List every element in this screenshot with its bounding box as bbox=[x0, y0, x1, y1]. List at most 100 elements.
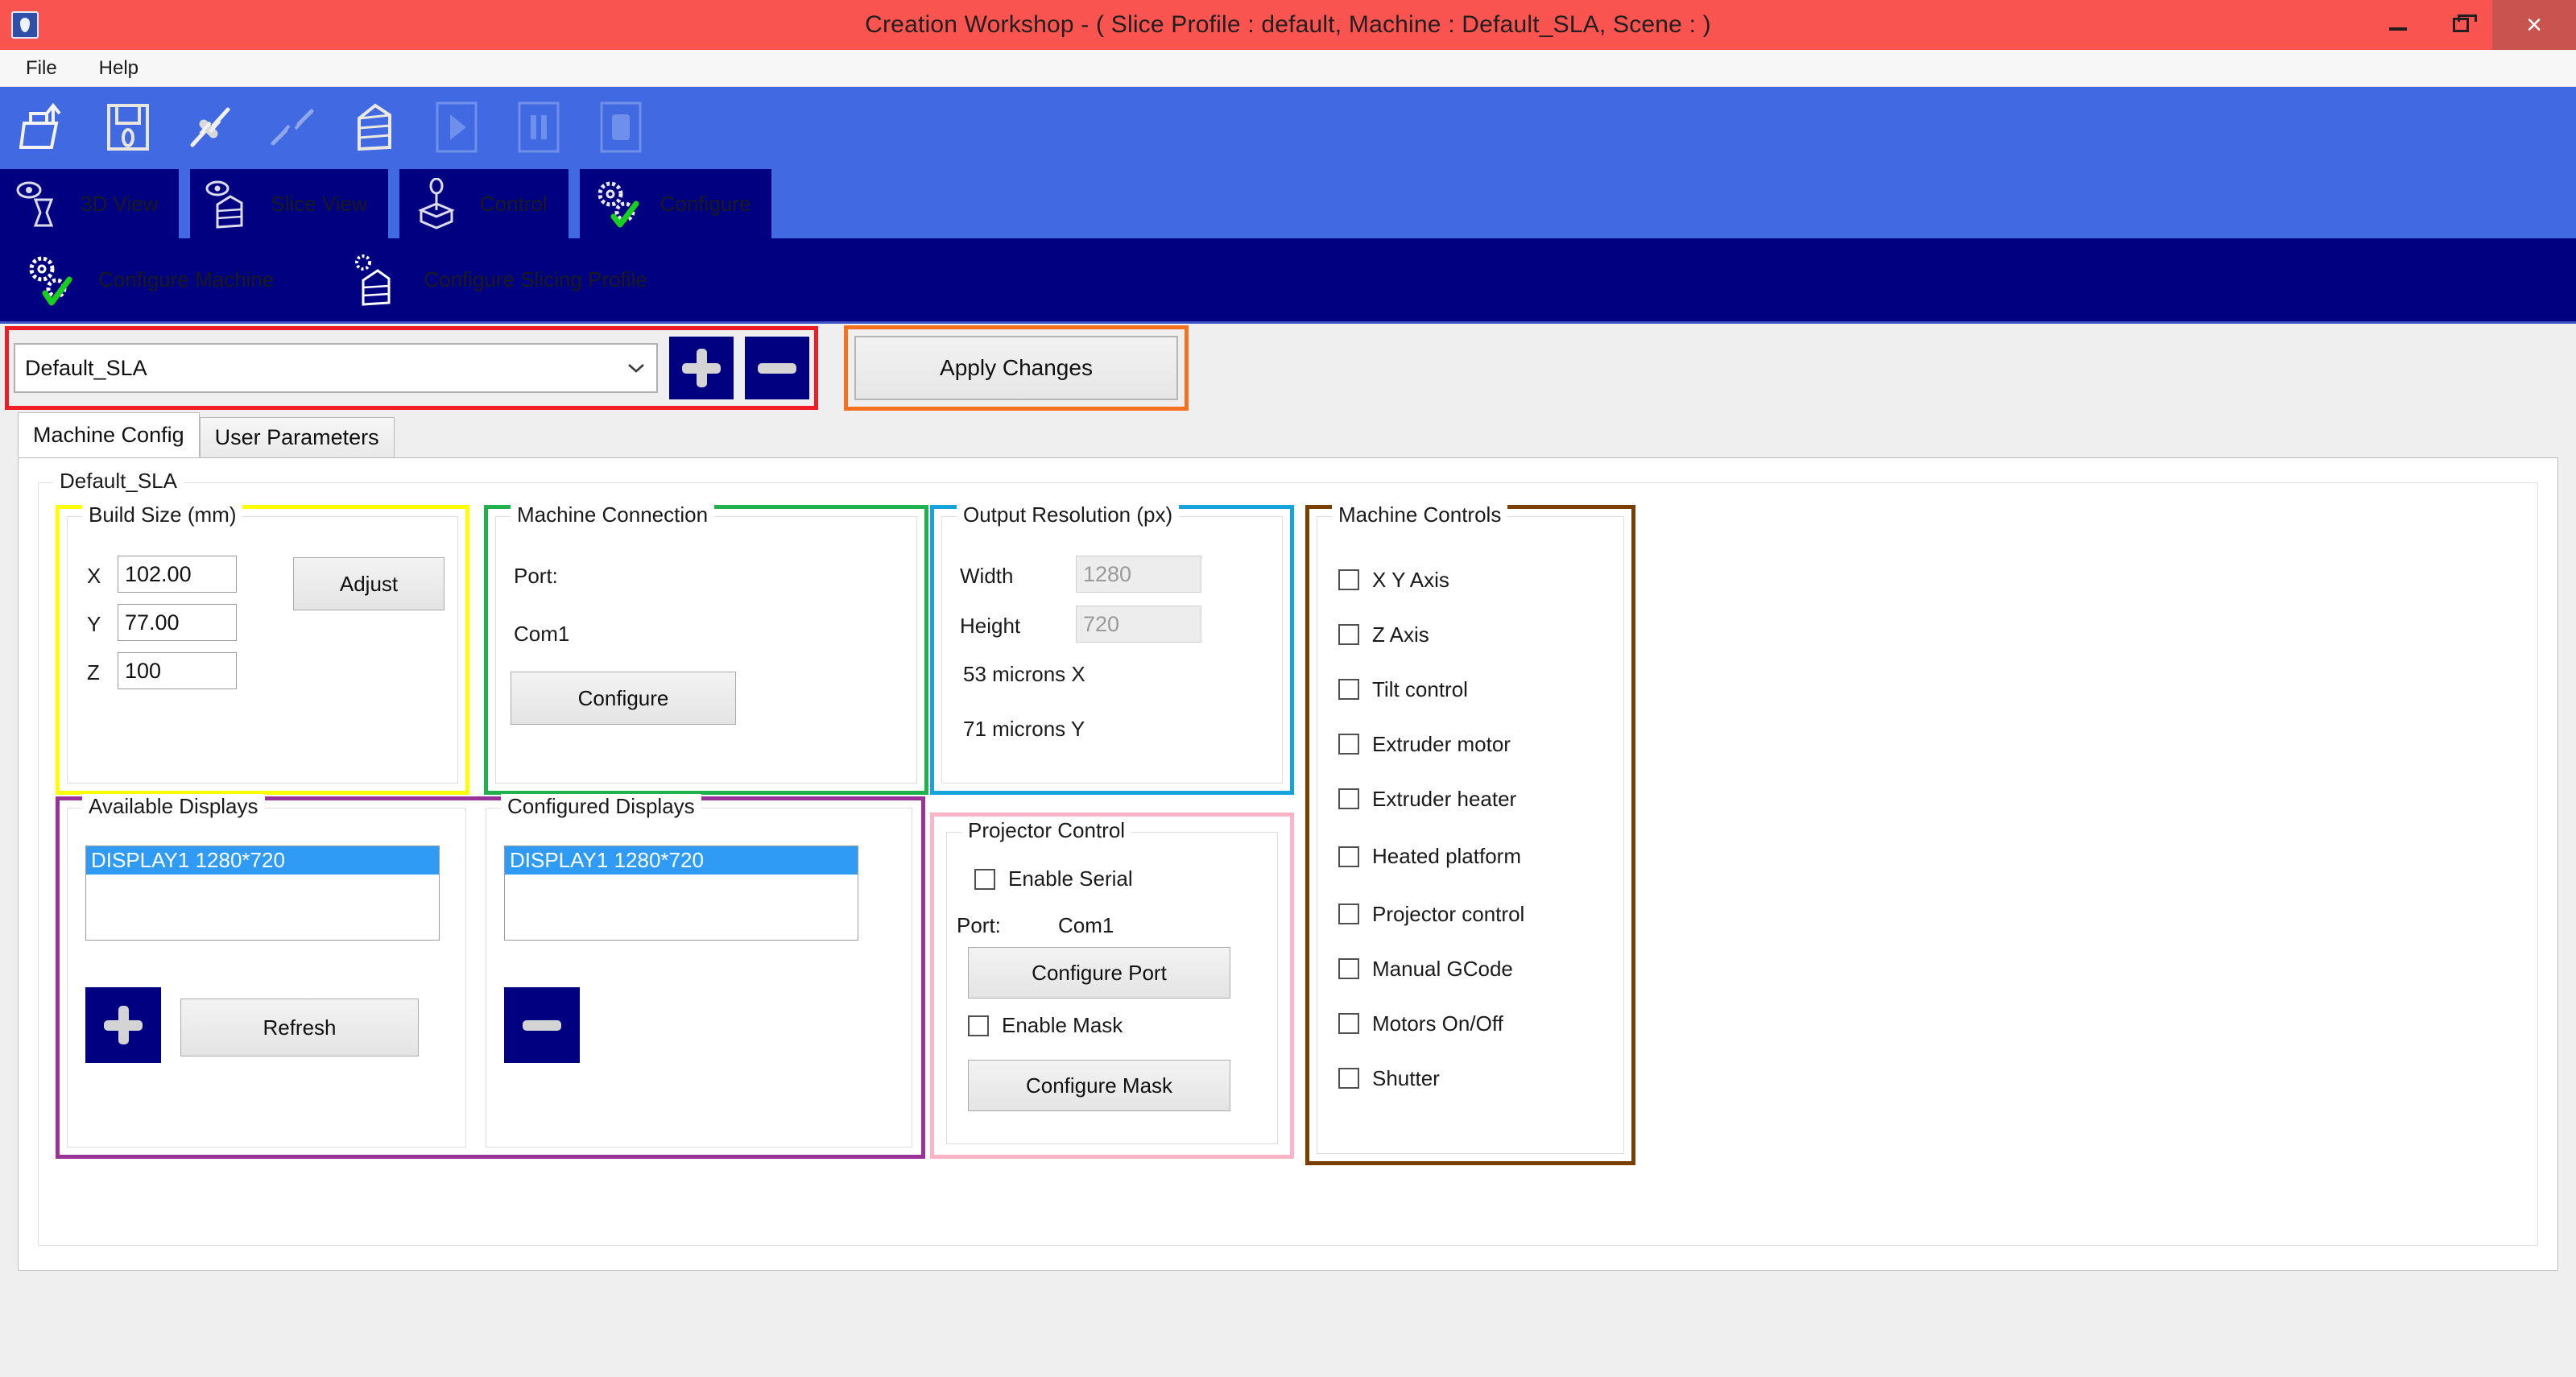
save-file-button[interactable] bbox=[97, 97, 159, 157]
checkbox-icon[interactable] bbox=[1338, 569, 1359, 590]
checkbox-row[interactable]: Motors On/Off bbox=[1338, 996, 1615, 1051]
build-size-groupbox: Build Size (mm) X 102.00 Y 77.00 Z 100 A… bbox=[67, 502, 458, 784]
machine-connection-configure-button[interactable]: Configure bbox=[511, 672, 736, 725]
checkbox-icon[interactable] bbox=[968, 1015, 989, 1036]
enable-mask-row[interactable]: Enable Mask bbox=[968, 1013, 1123, 1038]
checkbox-icon[interactable] bbox=[974, 868, 995, 890]
build-size-title: Build Size (mm) bbox=[82, 502, 243, 527]
checkbox-icon[interactable] bbox=[1338, 734, 1359, 755]
checkbox-row[interactable]: X Y Axis bbox=[1338, 552, 1615, 607]
build-size-adjust-button[interactable]: Adjust bbox=[293, 557, 444, 610]
profile-groupbox-title: Default_SLA bbox=[53, 469, 184, 494]
build-size-y-label: Y bbox=[87, 612, 101, 636]
tab-control-label: Control bbox=[479, 191, 548, 216]
list-item[interactable]: DISPLAY1 1280*720 bbox=[505, 846, 858, 875]
connect-icon bbox=[190, 107, 230, 147]
tab-3d-view[interactable]: 3D View bbox=[0, 169, 180, 238]
checkbox-row[interactable]: Tilt control bbox=[1338, 662, 1615, 717]
refresh-displays-button[interactable]: Refresh bbox=[180, 999, 419, 1057]
build-size-z-input[interactable]: 100 bbox=[118, 652, 237, 689]
checkbox-row[interactable]: Z Axis bbox=[1338, 607, 1615, 662]
enable-serial-label: Enable Serial bbox=[1008, 866, 1133, 891]
apply-changes-button[interactable]: Apply Changes bbox=[854, 336, 1178, 400]
checkbox-row[interactable]: Extruder motor bbox=[1338, 717, 1615, 771]
checkbox-label: Z Axis bbox=[1372, 622, 1429, 647]
tab-control[interactable]: Control bbox=[399, 169, 569, 238]
checkbox-row[interactable]: Projector control bbox=[1338, 887, 1615, 941]
remove-profile-button[interactable] bbox=[745, 337, 809, 399]
subtab-configure-machine[interactable]: Configure Machine bbox=[21, 253, 274, 308]
slice-button[interactable] bbox=[343, 97, 406, 157]
tab-configure[interactable]: Configure bbox=[579, 169, 772, 238]
minus-icon bbox=[523, 1019, 561, 1031]
configured-displays-groupbox: Configured Displays DISPLAY1 1280*720 bbox=[486, 794, 912, 1148]
add-profile-button[interactable] bbox=[669, 337, 734, 399]
play-button[interactable] bbox=[425, 97, 488, 157]
configure-mask-button[interactable]: Configure Mask bbox=[968, 1060, 1230, 1111]
stop-button[interactable] bbox=[589, 97, 652, 157]
checkbox-icon[interactable] bbox=[1338, 679, 1359, 700]
available-displays-title: Available Displays bbox=[82, 794, 265, 819]
tab-machine-config[interactable]: Machine Config bbox=[18, 412, 200, 457]
checkbox-icon[interactable] bbox=[1338, 1068, 1359, 1089]
configured-displays-list[interactable]: DISPLAY1 1280*720 bbox=[504, 846, 858, 941]
profile-row: Default_SLA Apply Changes bbox=[0, 324, 2576, 412]
eye-model-icon bbox=[11, 179, 63, 229]
build-size-x-input[interactable]: 102.00 bbox=[118, 556, 237, 593]
output-height-input[interactable]: 720 bbox=[1076, 606, 1201, 643]
subtab-configure-slicing-profile-label: Configure Slicing Profile bbox=[424, 267, 647, 292]
disconnect-icon bbox=[271, 109, 314, 146]
checkbox-icon[interactable] bbox=[1338, 958, 1359, 979]
checkbox-row[interactable]: Heated platform bbox=[1338, 826, 1615, 887]
checkbox-icon[interactable] bbox=[1338, 846, 1359, 867]
menu-item-help[interactable]: Help bbox=[94, 54, 143, 83]
checkbox-label: Tilt control bbox=[1372, 676, 1468, 701]
checkbox-icon[interactable] bbox=[1338, 904, 1359, 924]
checkbox-icon[interactable] bbox=[1338, 1013, 1359, 1034]
checkbox-label: Shutter bbox=[1372, 1065, 1440, 1090]
machine-connection-port-value: Com1 bbox=[514, 622, 570, 646]
configure-port-button[interactable]: Configure Port bbox=[968, 947, 1230, 999]
checkbox-label: X Y Axis bbox=[1372, 567, 1449, 592]
tab-slice-view[interactable]: Slice View bbox=[190, 169, 388, 238]
checkbox-label: Extruder heater bbox=[1372, 786, 1517, 811]
build-size-y-input[interactable]: 77.00 bbox=[118, 604, 237, 641]
app-icon bbox=[11, 11, 39, 39]
checkbox-label: Extruder motor bbox=[1372, 731, 1511, 756]
enable-serial-row[interactable]: Enable Serial bbox=[974, 866, 1133, 891]
output-width-input[interactable]: 1280 bbox=[1076, 556, 1201, 593]
play-icon bbox=[436, 101, 478, 153]
tab-slice-view-label: Slice View bbox=[271, 191, 367, 216]
profile-select-value: Default_SLA bbox=[25, 355, 147, 380]
config-tab-strip: Machine Config User Parameters bbox=[0, 412, 2576, 457]
subtab-configure-machine-label: Configure Machine bbox=[98, 267, 275, 292]
checkbox-icon[interactable] bbox=[1338, 788, 1359, 809]
open-file-button[interactable] bbox=[14, 97, 77, 157]
connect-button[interactable] bbox=[179, 97, 242, 157]
close-button[interactable]: × bbox=[2492, 0, 2576, 50]
output-microns-x: 53 microns X bbox=[963, 662, 1085, 686]
projector-port-value: Com1 bbox=[1058, 913, 1114, 937]
list-item[interactable]: DISPLAY1 1280*720 bbox=[86, 846, 439, 875]
checkbox-icon[interactable] bbox=[1338, 624, 1359, 645]
menu-item-file[interactable]: File bbox=[21, 54, 62, 83]
window-controls: × bbox=[2367, 0, 2576, 50]
checkbox-row[interactable]: Manual GCode bbox=[1338, 941, 1615, 996]
disconnect-button[interactable] bbox=[261, 97, 324, 157]
pause-button[interactable] bbox=[507, 97, 570, 157]
profile-select[interactable]: Default_SLA bbox=[14, 343, 658, 393]
minimize-button[interactable] bbox=[2367, 0, 2429, 50]
open-file-icon bbox=[19, 102, 61, 149]
available-displays-list[interactable]: DISPLAY1 1280*720 bbox=[85, 846, 440, 941]
subtab-configure-slicing-profile[interactable]: Configure Slicing Profile bbox=[346, 253, 647, 308]
chevron-down-icon bbox=[627, 358, 645, 378]
checkbox-row[interactable]: Shutter bbox=[1338, 1051, 1615, 1106]
sub-tab-bar: Configure Machine Configure Slicing Prof… bbox=[0, 238, 2576, 324]
add-display-button[interactable] bbox=[85, 987, 161, 1063]
checkbox-row[interactable]: Extruder heater bbox=[1338, 771, 1615, 826]
machine-connection-groupbox: Machine Connection Port: Com1 Configure bbox=[495, 502, 917, 784]
tab-user-parameters[interactable]: User Parameters bbox=[199, 417, 395, 457]
output-microns-y: 71 microns Y bbox=[963, 717, 1085, 741]
remove-display-button[interactable] bbox=[504, 987, 580, 1063]
maximize-button[interactable] bbox=[2429, 0, 2492, 50]
